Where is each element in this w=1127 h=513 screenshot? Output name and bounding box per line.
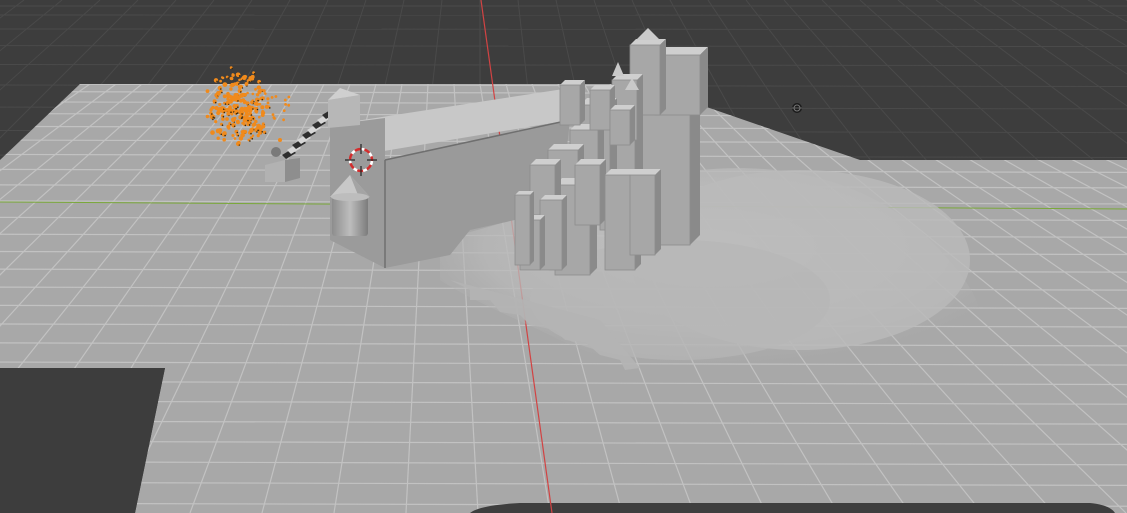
3d-viewport[interactable]: [0, 0, 1127, 513]
castle-block: [514, 191, 534, 266]
castle-block: [629, 169, 661, 256]
castle-block: [609, 105, 635, 146]
light-icon[interactable]: [792, 103, 802, 113]
castle-block: [559, 80, 585, 126]
scene-canvas[interactable]: [0, 0, 1127, 513]
castle-block: [574, 159, 606, 226]
